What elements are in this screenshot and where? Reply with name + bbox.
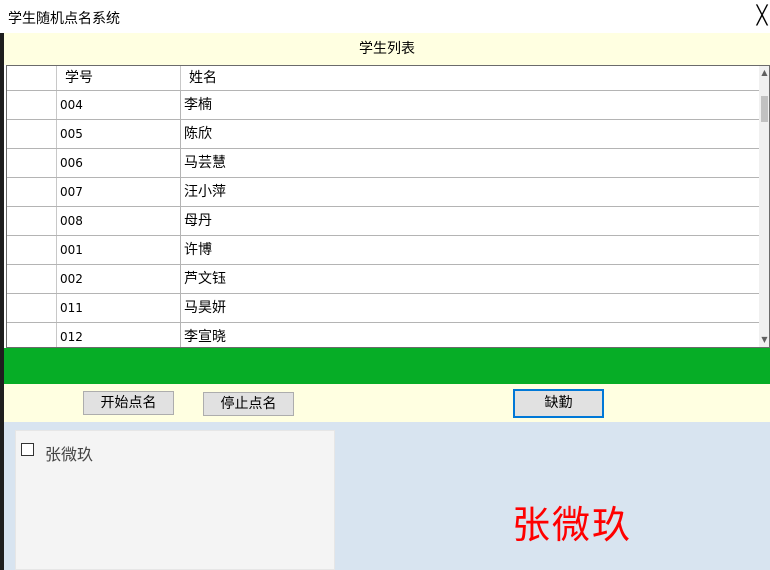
row-header-corner <box>7 66 57 90</box>
cell-student-name[interactable]: 马芸慧 <box>181 149 759 177</box>
table-row[interactable]: 008 母丹 <box>7 206 759 235</box>
row-header[interactable] <box>7 323 57 347</box>
start-rollcall-button[interactable]: 开始点名 <box>83 391 174 415</box>
student-grid[interactable]: 学号 姓名 004 李楠 005 陈欣 006 马芸慧 007 汪小萍 008 母丹 001 许博 00… <box>6 65 770 348</box>
cell-student-name[interactable]: 汪小萍 <box>181 178 759 206</box>
window-title: 学生随机点名系统 <box>8 11 120 27</box>
stop-rollcall-button[interactable]: 停止点名 <box>203 392 294 416</box>
button-bar: 开始点名 停止点名 缺勤 <box>4 384 770 422</box>
table-row[interactable]: 011 马昊妍 <box>7 293 759 322</box>
cell-student-name[interactable]: 马昊妍 <box>181 294 759 322</box>
status-bar-green <box>4 348 770 384</box>
scroll-up-icon[interactable]: ▲ <box>759 66 769 80</box>
row-header[interactable] <box>7 294 57 322</box>
checkbox[interactable] <box>21 443 34 456</box>
cell-student-id[interactable]: 004 <box>57 91 181 119</box>
grid-header: 学号 姓名 <box>7 66 759 90</box>
scroll-down-icon[interactable]: ▼ <box>759 333 769 347</box>
cell-student-id[interactable]: 001 <box>57 236 181 264</box>
table-row[interactable]: 001 许博 <box>7 235 759 264</box>
cell-student-id[interactable]: 007 <box>57 178 181 206</box>
row-header[interactable] <box>7 236 57 264</box>
cell-student-name[interactable]: 许博 <box>181 236 759 264</box>
row-header[interactable] <box>7 265 57 293</box>
row-header[interactable] <box>7 178 57 206</box>
column-header-id[interactable]: 学号 <box>57 66 181 90</box>
table-row[interactable]: 007 汪小萍 <box>7 177 759 206</box>
cell-student-id[interactable]: 011 <box>57 294 181 322</box>
table-row[interactable]: 002 芦文钰 <box>7 264 759 293</box>
close-icon[interactable]: ╳ <box>752 6 770 26</box>
cell-student-name[interactable]: 芦文钰 <box>181 265 759 293</box>
result-panel: 张微玖 张微玖 <box>4 422 770 570</box>
absent-student-label: 张微玖 <box>45 445 94 464</box>
column-header-name[interactable]: 姓名 <box>181 66 759 90</box>
table-row[interactable]: 006 马芸慧 <box>7 148 759 177</box>
cell-student-name[interactable]: 母丹 <box>181 207 759 235</box>
cell-student-name[interactable]: 李宣晓 <box>181 323 759 347</box>
absent-checklist[interactable]: 张微玖 <box>15 430 335 570</box>
table-row[interactable]: 004 李楠 <box>7 90 759 119</box>
vertical-scrollbar[interactable]: ▲ ▼ <box>759 66 769 347</box>
cell-student-id[interactable]: 008 <box>57 207 181 235</box>
cell-student-name[interactable]: 李楠 <box>181 91 759 119</box>
table-row[interactable]: 012 李宣晓 <box>7 322 759 347</box>
row-header[interactable] <box>7 149 57 177</box>
cell-student-id[interactable]: 006 <box>57 149 181 177</box>
absent-button[interactable]: 缺勤 <box>513 389 604 418</box>
title-bar: 学生随机点名系统 ╳ <box>0 0 770 33</box>
row-header[interactable] <box>7 207 57 235</box>
selected-student-name: 张微玖 <box>512 503 633 547</box>
scroll-thumb[interactable] <box>761 96 768 122</box>
row-header[interactable] <box>7 91 57 119</box>
cell-student-id[interactable]: 002 <box>57 265 181 293</box>
student-list-header: 学生列表 <box>4 33 770 65</box>
table-row[interactable]: 005 陈欣 <box>7 119 759 148</box>
cell-student-id[interactable]: 005 <box>57 120 181 148</box>
row-header[interactable] <box>7 120 57 148</box>
cell-student-name[interactable]: 陈欣 <box>181 120 759 148</box>
cell-student-id[interactable]: 012 <box>57 323 181 347</box>
